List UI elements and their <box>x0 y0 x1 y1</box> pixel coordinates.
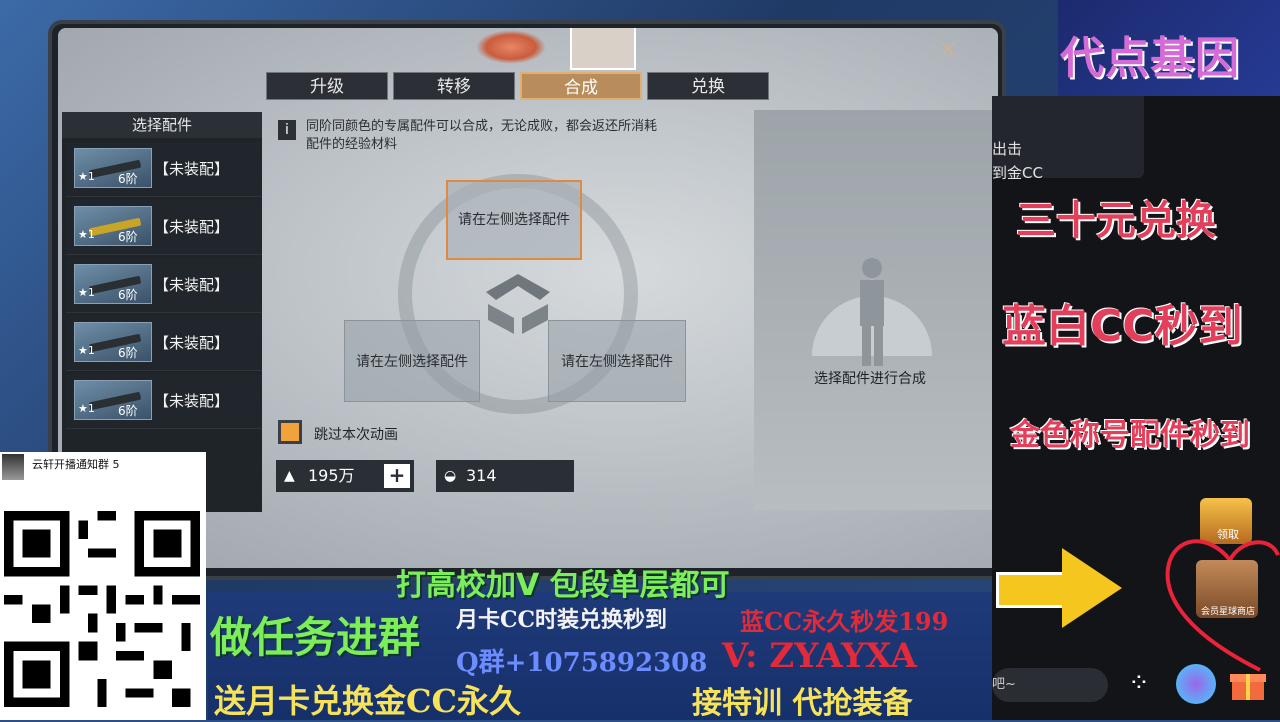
gift-icon[interactable] <box>1228 664 1268 704</box>
gold-value: 195万 <box>308 466 355 485</box>
soldier-silhouette-icon <box>812 258 932 366</box>
equip-status: 【未装配】 <box>154 160 230 178</box>
overlay-bottom-right: 接特训 代抢装备 <box>692 686 913 721</box>
material-icon: ◒ <box>444 468 457 484</box>
tier-label: 6阶 <box>118 346 138 360</box>
tab-synthesize[interactable]: 合成 <box>520 72 642 100</box>
part-item[interactable]: ★1 6阶 【未装配】 <box>66 200 262 255</box>
overlay-vx: V: ZYAYXA <box>722 636 917 676</box>
tab-exchange[interactable]: 兑换 <box>647 72 769 100</box>
material-slot-right[interactable]: 请在左侧选择配件 <box>548 320 686 402</box>
synthesis-info-text: 同阶同颜色的专属配件可以合成，无论成败，都会返还所消耗配件的经验材料 <box>306 119 658 152</box>
star-rating: ★1 <box>78 228 95 241</box>
synthesis-emblem-icon <box>486 274 550 334</box>
equip-status: 【未装配】 <box>154 276 230 294</box>
material-slot-left[interactable]: 请在左侧选择配件 <box>344 320 480 402</box>
skip-animation-checkbox[interactable] <box>278 420 302 444</box>
tier-label: 6阶 <box>118 172 138 186</box>
skip-animation-label: 跳过本次动画 <box>314 427 398 443</box>
tier-label: 6阶 <box>118 230 138 244</box>
promo-text-1: 三十元兑换 <box>1016 198 1216 244</box>
apps-grid-icon[interactable]: ⁘ <box>1128 668 1158 702</box>
promo-text-2: 蓝白CC秒到 <box>1002 301 1243 352</box>
part-item[interactable]: ★1 6阶 【未装配】 <box>66 142 262 197</box>
star-rating: ★1 <box>78 170 95 183</box>
close-icon[interactable]: ✕ <box>938 36 958 64</box>
tier-label: 6阶 <box>118 288 138 302</box>
part-item[interactable]: ★1 6阶 【未装配】 <box>66 258 262 313</box>
star-rating: ★1 <box>78 344 95 357</box>
fans-ring-icon[interactable] <box>1176 664 1216 704</box>
chat-input[interactable]: 吧~ <box>992 668 1108 702</box>
tab-transfer[interactable]: 转移 <box>393 72 515 100</box>
promo-text-3: 金色称号配件秒到 <box>1010 418 1250 453</box>
group-avatar <box>2 454 24 480</box>
event-card-icon[interactable] <box>570 28 636 70</box>
equip-status: 【未装配】 <box>154 392 230 410</box>
gold-icon: ▲ <box>284 468 295 484</box>
equip-status: 【未装配】 <box>154 334 230 352</box>
add-gold-button[interactable]: + <box>384 464 410 488</box>
equip-status: 【未装配】 <box>154 218 230 236</box>
brand-title: 代点基因 <box>1060 33 1240 84</box>
star-rating: ★1 <box>78 402 95 415</box>
star-rating: ★1 <box>78 286 95 299</box>
shop-label: 会员星球商店 <box>1200 607 1255 617</box>
overlay-left-big: 做任务进群 <box>210 613 421 662</box>
overlay-qq: Q群+1075892308 <box>456 648 708 678</box>
info-icon: i <box>278 120 296 140</box>
arrow-body <box>996 572 1069 608</box>
overlay-bottom-left: 送月卡兑换金CC永久 <box>214 682 521 720</box>
arrow-icon <box>1062 548 1122 628</box>
chat-line: 到金CC <box>992 164 1043 182</box>
result-hint-text: 选择配件进行合成 <box>814 371 926 387</box>
tab-upgrade[interactable]: 升级 <box>266 72 388 100</box>
sidebar-title: 选择配件 <box>62 112 262 138</box>
overlay-top-line: 打高校加V 包段单层都可 <box>396 568 730 603</box>
material-slot-top[interactable]: 请在左侧选择配件 <box>446 180 582 260</box>
part-item[interactable]: ★1 6阶 【未装配】 <box>66 374 262 429</box>
material-value: 314 <box>466 466 497 485</box>
part-item[interactable]: ★1 6阶 【未装配】 <box>66 316 262 371</box>
tier-label: 6阶 <box>118 404 138 418</box>
overlay-mid-1: 月卡CC时装兑换秒到 <box>456 607 668 633</box>
food-icon <box>476 30 546 64</box>
chat-line: 出击 <box>992 140 1023 158</box>
qr-code-image[interactable] <box>4 504 200 714</box>
overlay-right-1: 蓝CC永久秒发199 <box>740 607 949 636</box>
qr-group-title: 云轩开播通知群 5 <box>32 458 120 471</box>
secondary-resource: ◒ 314 <box>436 460 574 492</box>
